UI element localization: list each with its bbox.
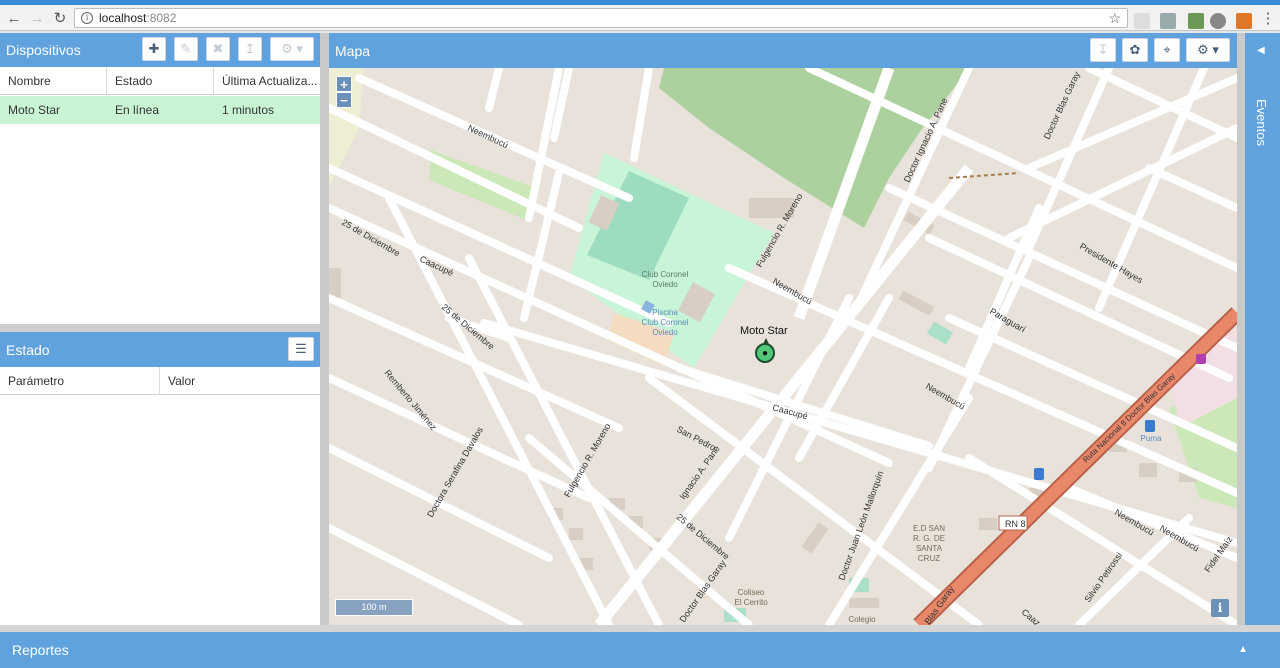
table-row[interactable]: Moto Star En línea 1 minutos — [0, 96, 320, 124]
device-name-cell: Moto Star — [8, 103, 61, 117]
devices-panel-title: Dispositivos — [6, 42, 81, 58]
poi-label: Oviedo — [652, 280, 678, 289]
devices-grid-header: Nombre Estado Última Actualiza... — [0, 67, 320, 95]
zoom-in-button[interactable]: + — [336, 76, 352, 92]
building — [569, 528, 583, 540]
reports-panel-collapsed[interactable]: Reportes ▲ — [0, 632, 1280, 668]
device-updated-cell: 1 minutos — [222, 103, 275, 117]
column-header-value[interactable]: Valor — [160, 367, 320, 394]
zoom-control: + − — [336, 76, 352, 108]
motorcycle-icon[interactable]: ● — [755, 343, 775, 363]
url-port: :8082 — [146, 11, 177, 25]
poi-label: E.D SAN — [913, 524, 945, 533]
column-header-parameter[interactable]: Parámetro — [0, 367, 160, 394]
column-header-updated[interactable]: Última Actualiza... — [214, 67, 320, 94]
extension-icon[interactable] — [1188, 13, 1204, 29]
route-shield-label: RN 8 — [1005, 519, 1026, 529]
fuel-icon — [1145, 420, 1155, 432]
reload-icon[interactable]: ↻ — [48, 6, 72, 30]
poi-label: Club Coronel — [642, 270, 689, 279]
list-icon[interactable]: ☰ — [288, 337, 314, 361]
extension-icon[interactable] — [1134, 13, 1150, 29]
column-header-status[interactable]: Estado — [107, 67, 214, 94]
info-icon[interactable]: i — [81, 12, 93, 24]
chevron-up-icon[interactable]: ▲ — [1238, 644, 1248, 655]
add-device-button[interactable]: ✚ — [142, 37, 166, 61]
status-panel-header: Estado ☰ — [0, 332, 320, 367]
street-label: Neembucú — [466, 123, 510, 150]
building — [979, 518, 997, 530]
poi-label: Colegio — [848, 615, 876, 624]
road — [1005, 124, 1237, 242]
map-view[interactable]: Neembucú 25 de Diciembre Caacupé 25 de D… — [329, 68, 1237, 625]
address-bar[interactable]: i localhost:8082 ☆ — [74, 8, 1128, 28]
status-panel-title: Estado — [6, 341, 50, 358]
extension-icon[interactable] — [1236, 13, 1252, 29]
download-icon[interactable]: ↧ — [1090, 38, 1116, 62]
extension-icon[interactable] — [1160, 13, 1176, 29]
street-label: 25 de Diciembre — [675, 512, 732, 562]
extension-icon[interactable] — [1210, 13, 1226, 29]
street-label: Caaz — [1020, 607, 1043, 625]
reports-panel-title: Reportes — [12, 642, 69, 658]
street-label: Doctor Blas Garay — [1042, 70, 1082, 141]
fuel-icon — [1034, 468, 1044, 480]
send-command-button[interactable]: ↥ — [238, 37, 262, 61]
url-host: localhost — [99, 11, 147, 25]
map-panel-title: Mapa — [335, 42, 371, 59]
zoom-out-button[interactable]: − — [336, 92, 352, 108]
device-settings-button[interactable]: ⚙ ▾ — [270, 37, 314, 61]
paw-icon[interactable]: ✿ — [1122, 38, 1148, 62]
events-panel-collapsed[interactable]: ◀ Eventos — [1245, 33, 1280, 625]
map-tiles: Neembucú 25 de Diciembre Caacupé 25 de D… — [329, 68, 1237, 625]
building — [926, 321, 954, 345]
building — [329, 268, 341, 298]
building — [801, 522, 829, 554]
poi-label: Puma — [1141, 434, 1162, 443]
poi-label: Coliseo — [738, 588, 765, 597]
road — [1145, 164, 1237, 212]
vertical-splitter[interactable] — [1237, 33, 1245, 625]
marker-label: Moto Star — [740, 325, 788, 337]
street-label: Remberto Jiménez — [382, 368, 439, 433]
crosshair-icon[interactable]: ⌖ — [1154, 38, 1180, 62]
building — [849, 598, 879, 608]
poi-label: R. G. DE — [913, 534, 945, 543]
devices-panel-header: Dispositivos ✚ ✎ ✖ ↥ ⚙ ▾ — [0, 33, 320, 67]
map-settings-button[interactable]: ⚙ ▾ — [1186, 38, 1230, 62]
horizontal-splitter[interactable] — [0, 324, 320, 332]
poi-label: SANTA — [916, 544, 943, 553]
poi-label: Club Coronel — [642, 318, 689, 327]
poi-label: CRUZ — [918, 554, 940, 563]
menu-icon[interactable]: ⋮ — [1256, 6, 1280, 30]
status-grid-header: Parámetro Valor — [0, 367, 320, 395]
vertical-splitter[interactable] — [320, 33, 329, 625]
building — [898, 290, 935, 316]
poi-label: Piscina — [652, 308, 678, 317]
road — [1085, 68, 1237, 142]
horizontal-splitter[interactable] — [0, 625, 1280, 632]
column-header-name[interactable]: Nombre — [0, 67, 107, 94]
poi-label: Oviedo — [652, 328, 678, 337]
arrow-right-icon[interactable]: → — [25, 6, 49, 30]
map-scale: 100 m — [335, 599, 413, 616]
events-panel-title: Eventos — [1254, 99, 1269, 146]
building — [1139, 463, 1157, 477]
device-status-cell: En línea — [115, 103, 160, 117]
shop-icon — [1196, 354, 1206, 364]
browser-toolbar: ← → ↻ i localhost:8082 ☆ ⋮ — [0, 5, 1280, 31]
chevron-left-icon[interactable]: ◀ — [1257, 45, 1265, 56]
road — [630, 68, 653, 162]
arrow-left-icon[interactable]: ← — [2, 6, 26, 30]
road — [485, 68, 503, 112]
map-panel-header: Mapa ↧ ✿ ⌖ ⚙ ▾ — [329, 33, 1237, 68]
status-grid — [0, 367, 320, 625]
attribution-button[interactable]: i — [1211, 599, 1229, 617]
star-icon[interactable]: ☆ — [1108, 10, 1121, 27]
remove-device-button[interactable]: ✖ — [206, 37, 230, 61]
poi-label: El Cerrito — [734, 598, 768, 607]
edit-device-button[interactable]: ✎ — [174, 37, 198, 61]
